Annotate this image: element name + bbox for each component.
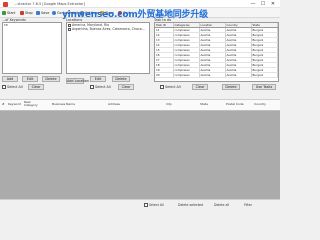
location-item-checkbox[interactable] — [68, 28, 71, 31]
table-row[interactable]: 20 compresso Austria Austria Burgenl — [155, 72, 278, 78]
keywords-select-all-label: Select All — [7, 85, 23, 89]
keyword-delete-button[interactable]: Delete — [42, 76, 60, 82]
save-icon — [36, 11, 40, 15]
locations-list[interactable]: America, Maryland, Rio Argentina, Buenos… — [66, 22, 150, 74]
start-button[interactable]: Start — [2, 10, 15, 16]
app-window: ...xtractor 7.6.5 [Google Maps Extractor… — [0, 0, 280, 210]
use-tasks-button[interactable]: Use Tasks — [252, 84, 276, 90]
close-button[interactable]: ✕ — [268, 1, 278, 7]
stop-button[interactable]: Stop — [20, 10, 33, 16]
column-header-keyword[interactable]: Keyword — [8, 102, 21, 106]
tasks-clear-button[interactable]: Clear — [192, 84, 208, 90]
locations-select-all-label: Select All — [95, 85, 111, 89]
delete-selected-button[interactable]: Delete selected — [178, 203, 203, 207]
results-grid[interactable] — [0, 111, 280, 199]
table-cell: Burgenl — [251, 72, 278, 78]
tasks-select-all-checkbox[interactable] — [160, 85, 164, 89]
tasks-delete-button[interactable]: Delete — [222, 84, 240, 90]
table-cell: Austria — [225, 72, 252, 78]
column-header-business-name[interactable]: Business Name — [52, 102, 75, 106]
column-header-postal-code[interactable]: Postal Code — [226, 102, 244, 106]
stop-label: Stop — [25, 11, 33, 15]
locations-clear-button[interactable]: Clear — [118, 84, 134, 90]
delete-all-button[interactable]: Delete all — [214, 203, 229, 207]
add-location-button[interactable]: Add Location — [66, 78, 89, 84]
results-select-all-label: Select All — [149, 203, 164, 207]
row-number-header: # — [2, 102, 5, 106]
table-cell: 20 — [155, 72, 174, 78]
tasks-table: Task ID Categories Location Country Stat… — [155, 23, 278, 78]
status-bar: Select All Delete selected Delete all Fi… — [0, 199, 280, 210]
locations-select-all-checkbox[interactable] — [90, 85, 94, 89]
keywords-select-all-checkbox[interactable] — [2, 85, 6, 89]
keyword-edit-button[interactable]: Edit — [22, 76, 38, 82]
location-delete-button[interactable]: Delete — [112, 76, 130, 82]
table-cell: Austria — [199, 72, 226, 78]
column-header-address[interactable]: Address — [108, 102, 120, 106]
table-cell: compresso — [173, 72, 200, 78]
maximize-button[interactable]: ☐ — [258, 1, 268, 7]
location-item-checkbox[interactable] — [68, 24, 71, 27]
save-label: Save — [41, 11, 50, 15]
column-header-city[interactable]: City — [166, 102, 172, 106]
column-header-real-category[interactable]: Real Category — [24, 100, 44, 108]
save-button[interactable]: Save — [36, 10, 49, 16]
keyword-add-button[interactable]: Add — [2, 76, 18, 82]
keyword-item[interactable]: ce — [4, 23, 8, 27]
filter-button[interactable]: Filter — [244, 203, 252, 207]
stop-icon — [20, 11, 24, 15]
app-logo-icon — [3, 1, 8, 7]
results-header: # Keyword Real Category Business Name Ad… — [0, 99, 280, 111]
column-header-country[interactable]: Country — [254, 102, 266, 106]
tasks-select-all-label: Select All — [165, 85, 181, 89]
column-header-state[interactable]: State — [200, 102, 208, 106]
play-icon — [2, 11, 6, 15]
location-item[interactable]: Argentina, Buenos Aires, Cotomarca, Chac… — [72, 27, 145, 31]
globe-icon — [52, 11, 56, 15]
window-title: ...xtractor 7.6.5 [Google Maps Extractor… — [14, 2, 85, 6]
tasks-table-panel: Task ID Categories Location Country Stat… — [154, 22, 279, 82]
location-edit-button[interactable]: Edit — [90, 76, 106, 82]
results-select-all-checkbox[interactable] — [144, 203, 148, 207]
start-label: Start — [7, 11, 16, 15]
minimize-button[interactable]: — — [248, 1, 258, 7]
watermark-text: yinwenseo.com外贸基地同步升级 — [62, 10, 208, 20]
keywords-list[interactable]: ce — [2, 22, 62, 74]
keywords-clear-button[interactable]: Clear — [28, 84, 44, 90]
